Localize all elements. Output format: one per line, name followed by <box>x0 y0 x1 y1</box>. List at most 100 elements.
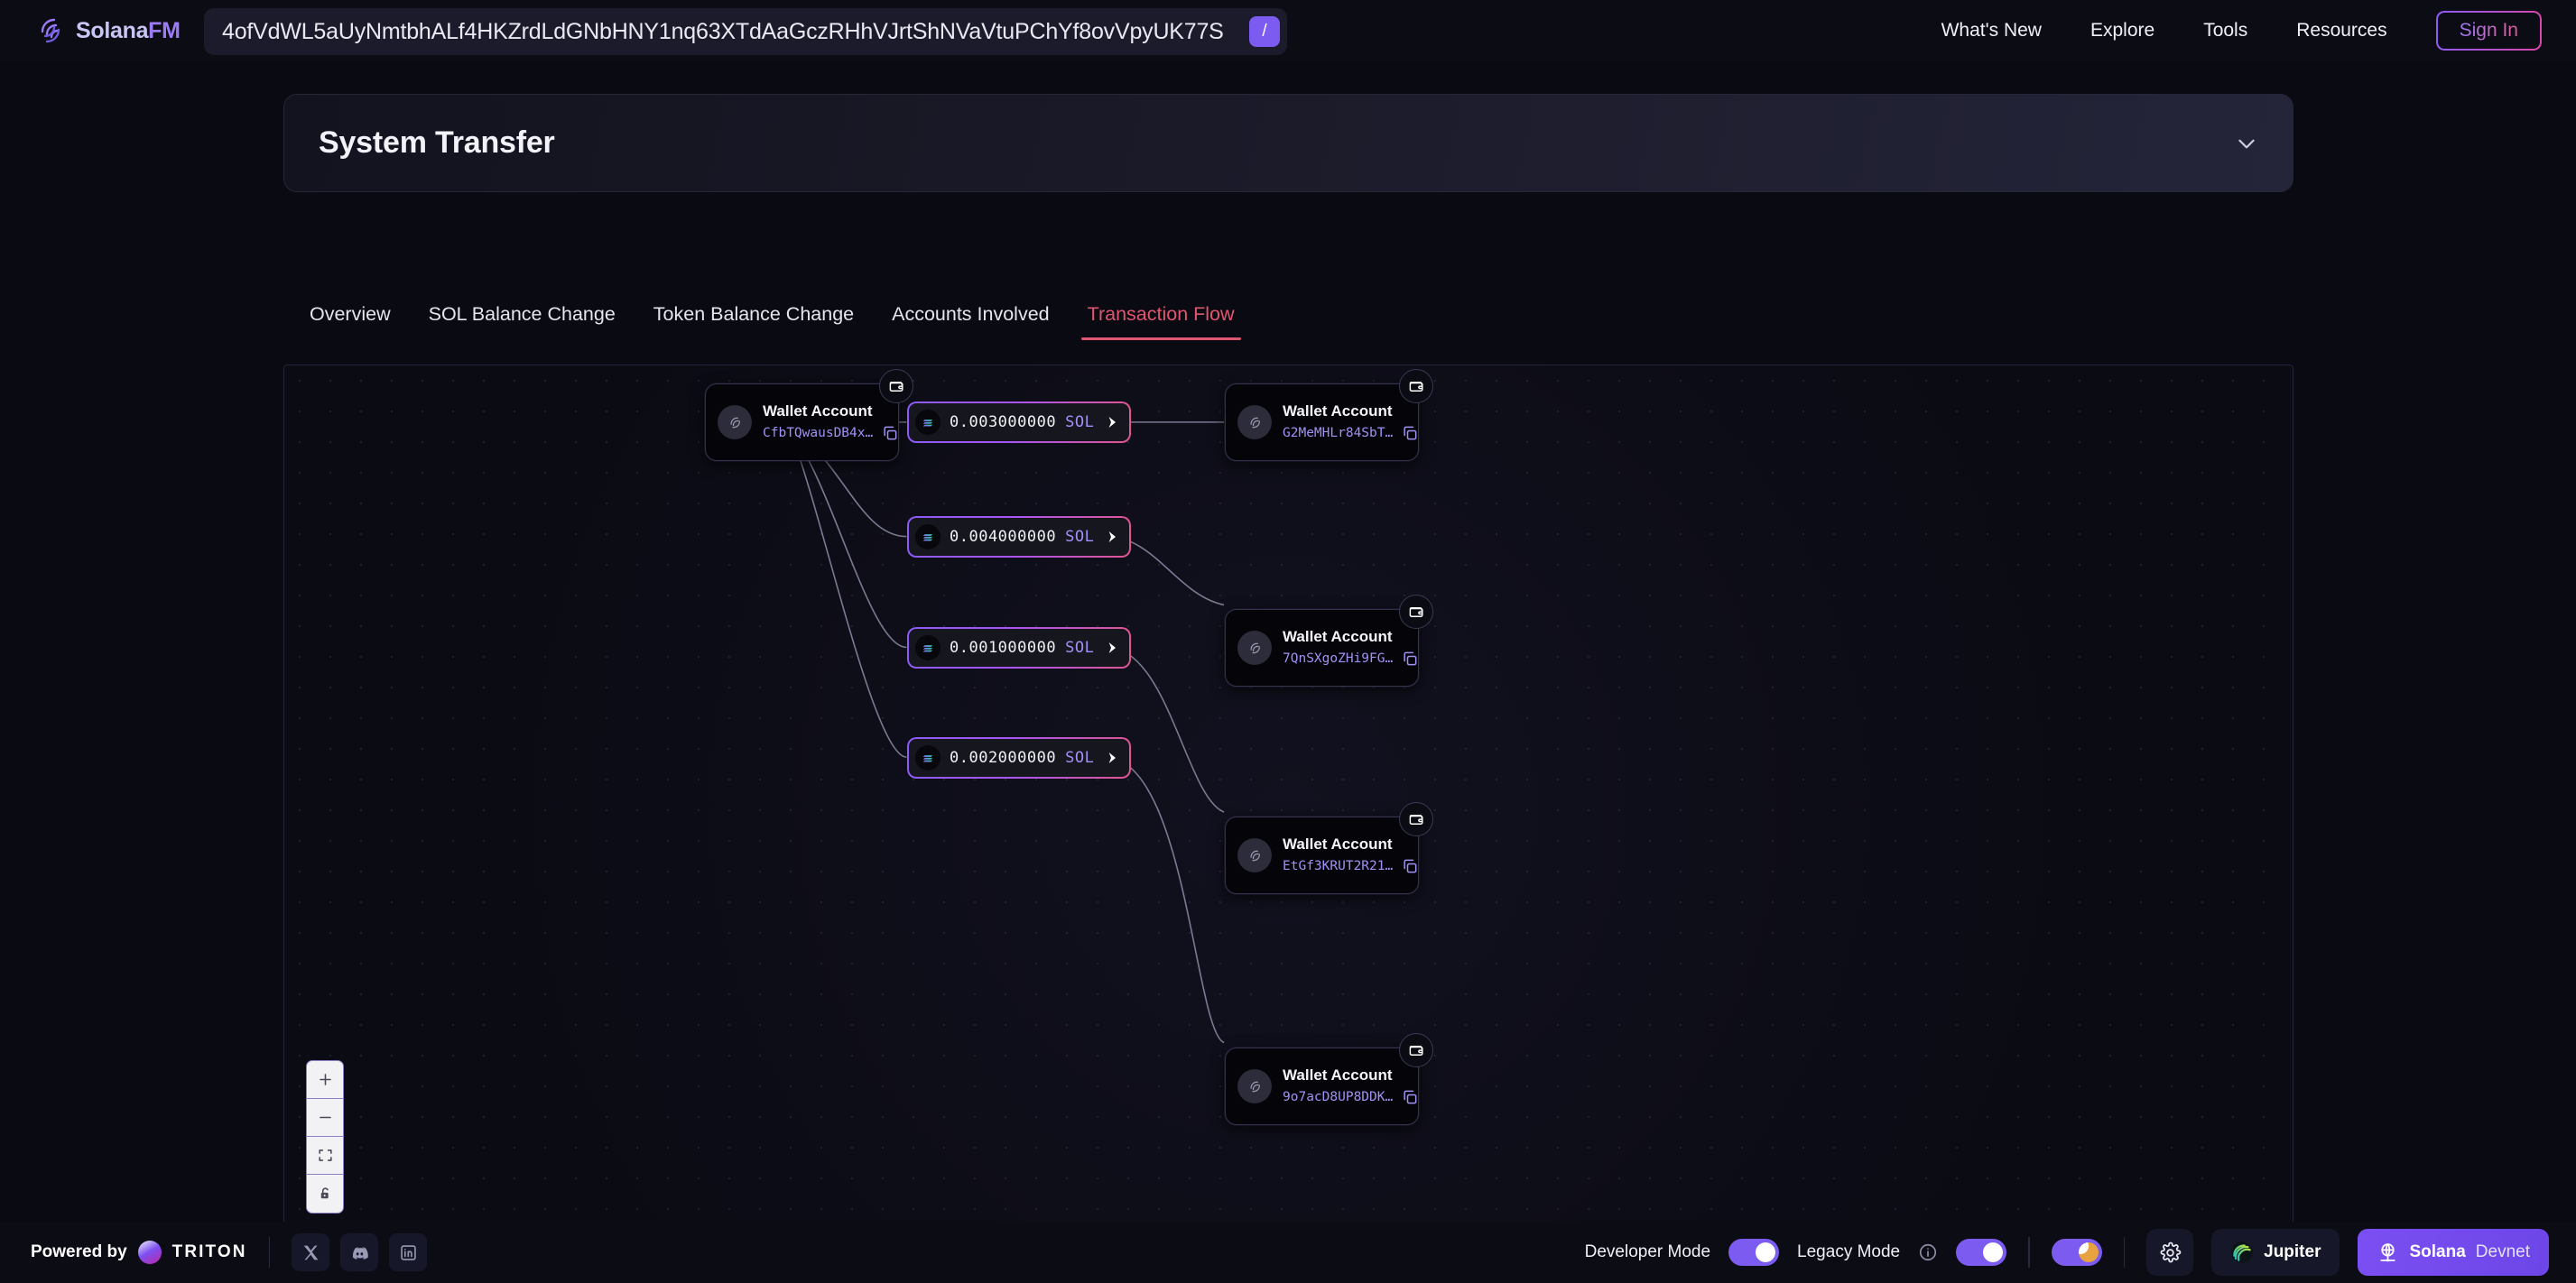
tab-overview[interactable]: Overview <box>291 303 410 340</box>
node-address-row: CfbTQwausDB4x… <box>763 424 898 442</box>
fit-view-icon <box>317 1147 334 1164</box>
transfer-unit: SOL <box>1065 749 1094 767</box>
wallet-glyph-icon <box>1408 1042 1425 1059</box>
wallet-icon[interactable] <box>879 369 913 403</box>
nav-item-tools[interactable]: Tools <box>2203 20 2247 42</box>
target-wallet-node-4[interactable]: Wallet Account 9o7acD8UP8DDK… <box>1225 1048 1419 1125</box>
solanafm-logo-icon <box>34 14 67 47</box>
developer-mode-label: Developer Mode <box>1585 1242 1710 1262</box>
avatar <box>1237 1069 1272 1103</box>
solanafm-avatar-icon <box>1246 1078 1264 1095</box>
copy-icon[interactable] <box>1401 650 1419 668</box>
theme-toggle[interactable] <box>2052 1239 2102 1266</box>
source-wallet-node[interactable]: Wallet Account CfbTQwausDB4x… <box>705 383 899 461</box>
wallet-icon[interactable] <box>1399 802 1433 836</box>
legacy-mode-toggle[interactable] <box>1956 1239 2006 1266</box>
x-twitter-link[interactable] <box>292 1233 329 1271</box>
search-shortcut-key[interactable]: / <box>1249 16 1280 47</box>
solana-glyph-icon <box>921 641 936 656</box>
main-navigation: What's New Explore Tools Resources Sign … <box>1941 0 2542 61</box>
wallet-icon[interactable] <box>1399 595 1433 629</box>
transfer-unit: SOL <box>1065 639 1094 657</box>
powered-by-triton[interactable]: Powered by TRITON <box>31 1241 247 1264</box>
solana-glyph-icon <box>921 751 936 766</box>
unlock-icon <box>317 1186 334 1203</box>
footer-divider <box>269 1237 271 1268</box>
target-wallet-node-3[interactable]: Wallet Account EtGf3KRUT2R21… <box>1225 817 1419 894</box>
transfer-amount-pill-4[interactable]: 0.002000000 SOL <box>907 737 1131 779</box>
copy-icon[interactable] <box>1401 1088 1419 1106</box>
wallet-icon[interactable] <box>1399 1033 1433 1067</box>
zoom-in-button[interactable] <box>307 1061 343 1099</box>
transfer-amount: 0.001000000 <box>950 639 1056 657</box>
nav-item-whats-new[interactable]: What's New <box>1941 20 2042 42</box>
transfer-amount: 0.004000000 <box>950 528 1056 546</box>
triton-name: TRITON <box>172 1242 247 1262</box>
node-address[interactable]: G2MeMHLr84SbT… <box>1283 426 1393 440</box>
avatar <box>1237 405 1272 439</box>
transfer-amount-pill-2[interactable]: 0.004000000 SOL <box>907 516 1131 558</box>
node-content: Wallet Account CfbTQwausDB4x… <box>763 402 898 442</box>
solanafm-avatar-icon <box>1246 414 1264 431</box>
brand-logo-link[interactable]: SolanaFM <box>34 14 197 47</box>
transaction-header-panel[interactable]: System Transfer <box>283 94 2293 192</box>
info-icon[interactable] <box>1918 1242 1938 1262</box>
tab-token-balance-change[interactable]: Token Balance Change <box>635 303 873 340</box>
gear-icon <box>2159 1241 2182 1264</box>
fit-view-button[interactable] <box>307 1137 343 1175</box>
node-content: Wallet Account G2MeMHLr84SbT… <box>1283 402 1418 442</box>
network-selector[interactable]: Solana Devnet <box>2358 1229 2549 1276</box>
moon-icon <box>2079 1242 2099 1262</box>
wallet-icon[interactable] <box>1399 369 1433 403</box>
node-address-row: 7QnSXgoZHi9FG… <box>1283 650 1418 668</box>
brand-name-solana: Solana <box>76 18 148 43</box>
lock-button[interactable] <box>307 1175 343 1213</box>
search-input[interactable] <box>222 19 1244 45</box>
discord-link[interactable] <box>340 1233 378 1271</box>
copy-icon[interactable] <box>1401 424 1419 442</box>
solanafm-avatar-icon <box>1246 640 1264 657</box>
node-address[interactable]: CfbTQwausDB4x… <box>763 426 873 440</box>
tab-accounts-involved[interactable]: Accounts Involved <box>873 303 1069 340</box>
solana-glyph-icon <box>921 415 936 430</box>
wallet-glyph-icon <box>1408 378 1425 395</box>
x-twitter-icon <box>301 1243 320 1262</box>
tab-sol-balance-change[interactable]: SOL Balance Change <box>410 303 635 340</box>
zoom-out-button[interactable] <box>307 1099 343 1137</box>
transfer-amount-pill-3[interactable]: 0.001000000 SOL <box>907 627 1131 669</box>
transaction-flow-canvas[interactable]: Wallet Account CfbTQwausDB4x… <box>283 365 2293 1249</box>
transfer-amount-pill-1[interactable]: 0.003000000 SOL <box>907 402 1131 443</box>
top-header: SolanaFM / What's New Explore Tools Reso… <box>0 0 2576 61</box>
copy-icon[interactable] <box>881 424 899 442</box>
linkedin-link[interactable] <box>389 1233 427 1271</box>
node-title: Wallet Account <box>1283 402 1418 420</box>
nav-item-explore[interactable]: Explore <box>2090 20 2154 42</box>
developer-mode-toggle[interactable] <box>1728 1239 1779 1266</box>
tab-transaction-flow[interactable]: Transaction Flow <box>1069 303 1254 340</box>
transfer-amount: 0.003000000 <box>950 413 1056 431</box>
wallet-glyph-icon <box>1408 604 1425 621</box>
copy-icon[interactable] <box>1401 857 1419 875</box>
jupiter-button[interactable]: Jupiter <box>2211 1229 2340 1276</box>
triton-logo-icon <box>138 1241 162 1264</box>
footer-bar: Powered by TRITON Developer Mode Legacy … <box>0 1222 2576 1283</box>
sign-in-button[interactable]: Sign In <box>2436 11 2542 51</box>
nav-item-resources[interactable]: Resources <box>2296 20 2386 42</box>
brand-name: SolanaFM <box>76 18 181 44</box>
target-wallet-node-1[interactable]: Wallet Account G2MeMHLr84SbT… <box>1225 383 1419 461</box>
solana-token-icon <box>915 410 941 435</box>
settings-button[interactable] <box>2146 1229 2193 1276</box>
node-address[interactable]: 7QnSXgoZHi9FG… <box>1283 651 1393 666</box>
node-address[interactable]: EtGf3KRUT2R21… <box>1283 859 1393 873</box>
linkedin-icon <box>399 1243 418 1262</box>
node-content: Wallet Account 9o7acD8UP8DDK… <box>1283 1066 1418 1106</box>
chevron-down-icon[interactable] <box>2235 132 2258 155</box>
global-search-bar[interactable]: / <box>204 8 1287 55</box>
minus-icon <box>317 1109 334 1126</box>
transfer-amount: 0.002000000 <box>950 749 1056 767</box>
node-title: Wallet Account <box>1283 1066 1418 1085</box>
target-wallet-node-2[interactable]: Wallet Account 7QnSXgoZHi9FG… <box>1225 609 1419 687</box>
solana-token-icon <box>915 524 941 549</box>
node-address[interactable]: 9o7acD8UP8DDK… <box>1283 1090 1393 1104</box>
chevron-right-icon <box>1105 529 1119 545</box>
